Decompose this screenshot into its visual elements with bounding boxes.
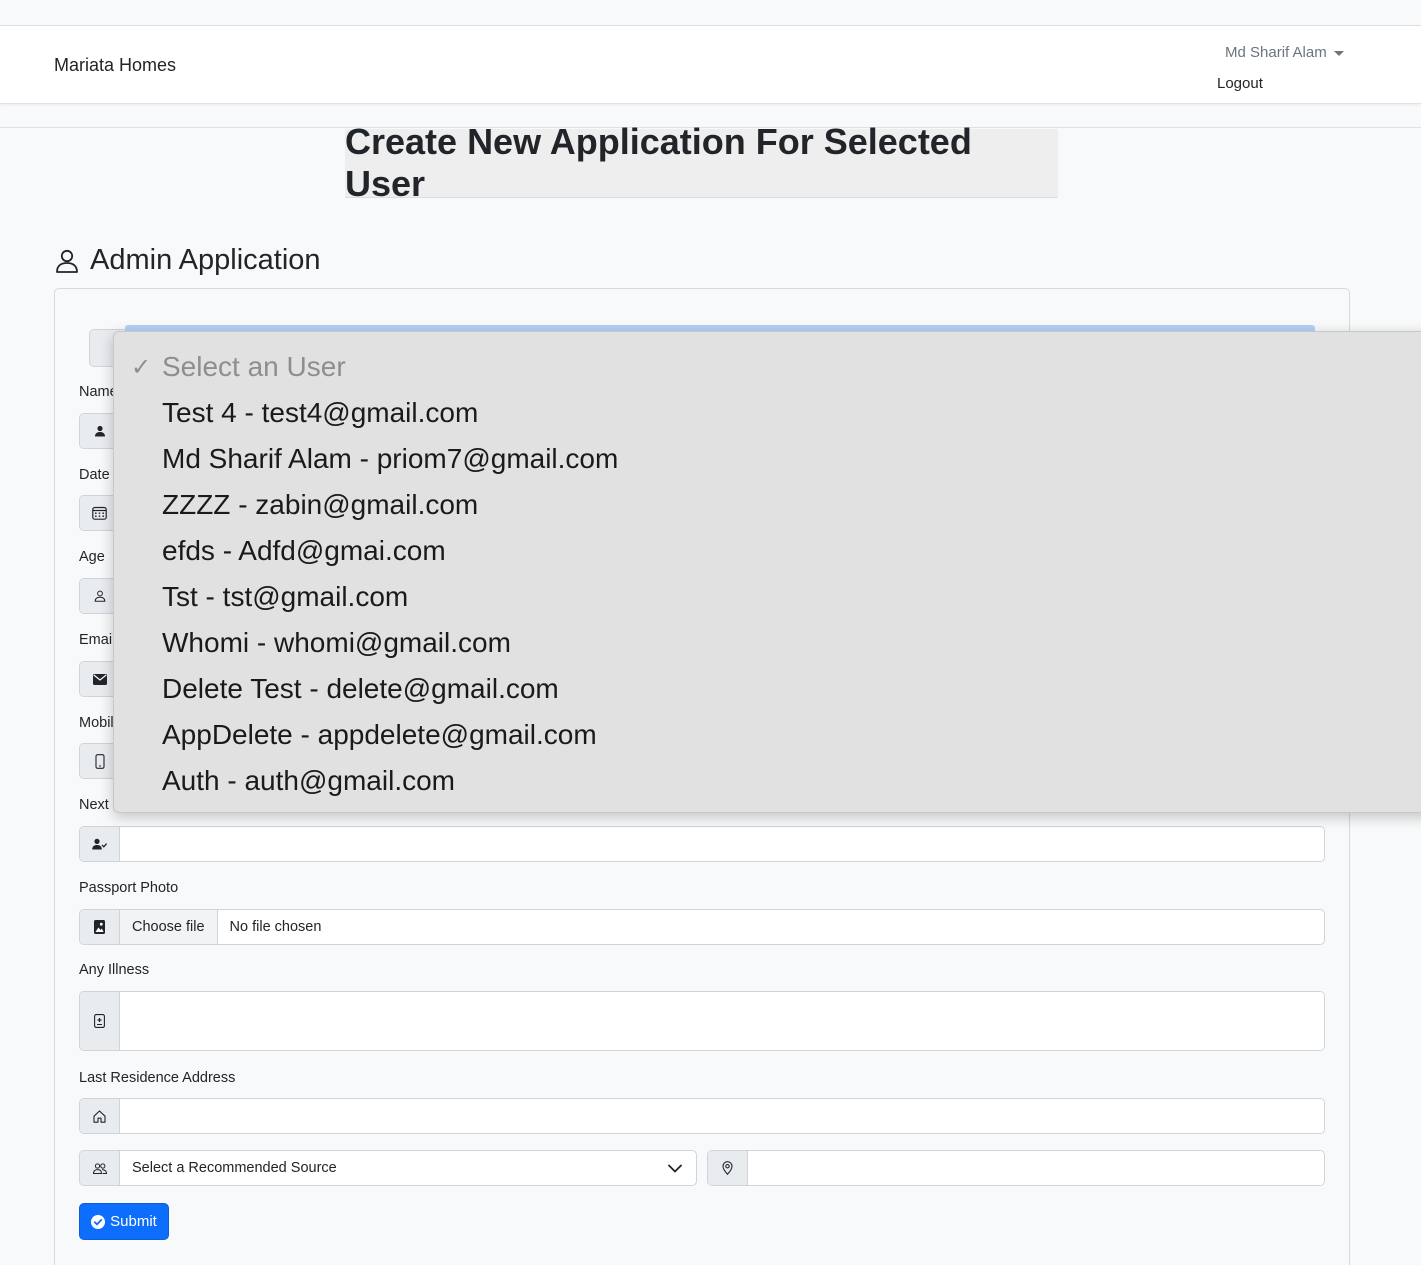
section-title: Admin Application <box>90 244 321 276</box>
recommended-source-value: Select a Recommended Source <box>132 1160 337 1176</box>
check-circle-icon <box>91 1214 106 1229</box>
submit-button[interactable]: Submit <box>79 1203 169 1240</box>
user-option[interactable]: Auth - auth@gmail.com <box>114 758 1421 804</box>
chevron-down-icon <box>668 1164 682 1172</box>
passport-photo-group: Choose file No file chosen <box>79 909 1325 945</box>
navbar: Mariata Homes Md Sharif Alam Logout <box>0 26 1421 104</box>
age-label: Age <box>79 549 105 565</box>
brand-link[interactable]: Mariata Homes <box>54 55 176 76</box>
location-input[interactable] <box>748 1151 1324 1185</box>
user-option[interactable]: Delete Test - delete@gmail.com <box>114 666 1421 712</box>
caret-down-icon <box>1333 51 1344 56</box>
user-option-placeholder[interactable]: ✓ Select an User <box>114 344 1421 390</box>
last-residence-group <box>79 1098 1325 1134</box>
browser-top-strip <box>0 0 1421 26</box>
user-menu-toggle[interactable]: Md Sharif Alam <box>1225 44 1344 61</box>
next-of-kin-label: Next <box>79 797 109 813</box>
section-heading: Admin Application <box>54 244 321 277</box>
date-label: Date <box>79 467 110 483</box>
email-label: Email <box>79 632 116 648</box>
user-name: Md Sharif Alam <box>1225 44 1327 61</box>
location-group <box>707 1150 1325 1186</box>
logout-link[interactable]: Logout <box>1217 75 1263 92</box>
user-option[interactable]: Tst - tst@gmail.com <box>114 574 1421 620</box>
page-title-box: Create New Application For Selected User <box>345 121 1058 204</box>
choose-file-button[interactable]: Choose file <box>120 910 218 944</box>
name-label: Name <box>79 384 118 400</box>
medical-file-icon <box>80 992 120 1050</box>
image-file-icon <box>80 910 120 944</box>
mobile-label: Mobil <box>79 715 114 731</box>
user-option[interactable]: ZZZZ - zabin@gmail.com <box>114 482 1421 528</box>
passport-photo-label: Passport Photo <box>79 880 179 896</box>
person-icon <box>56 249 78 273</box>
user-option[interactable]: Md Sharif Alam - priom7@gmail.com <box>114 436 1421 482</box>
people-icon <box>80 1151 120 1185</box>
next-of-kin-group <box>79 826 1325 862</box>
user-option[interactable]: Test 4 - test4@gmail.com <box>114 390 1421 436</box>
user-option-label: Select an User <box>162 351 346 382</box>
user-select-dropdown: ✓ Select an User Test 4 - test4@gmail.co… <box>113 331 1421 813</box>
any-illness-group <box>79 991 1325 1051</box>
checkmark-icon: ✓ <box>131 354 152 381</box>
submit-label: Submit <box>110 1213 157 1230</box>
user-option[interactable]: AppDelete - appdelete@gmail.com <box>114 712 1421 758</box>
person-check-icon <box>80 827 120 861</box>
user-option[interactable]: Whomi - whomi@gmail.com <box>114 620 1421 666</box>
last-residence-input[interactable] <box>120 1099 1324 1133</box>
map-pin-icon <box>708 1151 748 1185</box>
last-residence-label: Last Residence Address <box>79 1070 236 1086</box>
any-illness-textarea[interactable] <box>120 992 1324 1050</box>
any-illness-label: Any Illness <box>79 962 150 978</box>
user-option[interactable]: efds - Adfd@gmai.com <box>114 528 1421 574</box>
file-status: No file chosen <box>229 919 322 935</box>
recommended-source-select[interactable]: Select a Recommended Source <box>120 1151 696 1185</box>
next-of-kin-input[interactable] <box>120 827 1324 861</box>
page-title: Create New Application For Selected User <box>345 121 972 204</box>
recommended-source-group: Select a Recommended Source <box>79 1150 697 1186</box>
house-icon <box>80 1099 120 1133</box>
